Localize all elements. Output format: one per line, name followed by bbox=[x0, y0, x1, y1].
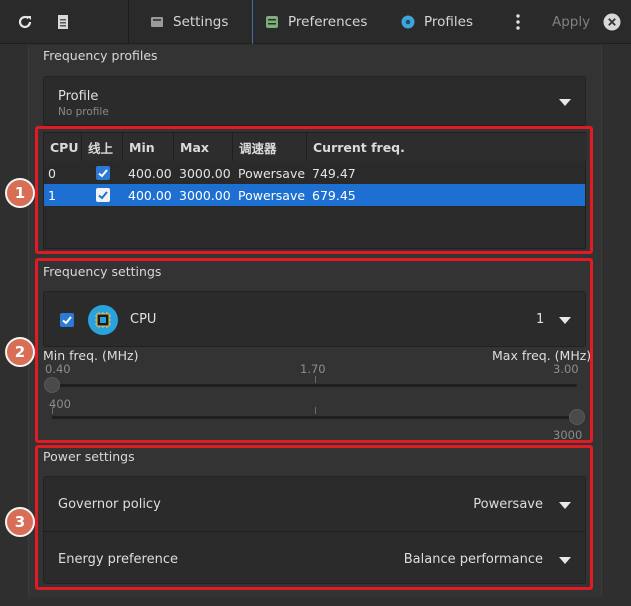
apply-button[interactable]: Apply bbox=[552, 0, 590, 44]
tab-profiles[interactable]: Profiles bbox=[401, 0, 473, 44]
annotation-badge-3: 3 bbox=[5, 507, 35, 537]
annotation-box-3 bbox=[35, 445, 593, 590]
close-button[interactable] bbox=[603, 0, 621, 44]
refresh-icon bbox=[18, 15, 32, 29]
document-icon bbox=[58, 15, 68, 29]
annotation-badge-2: 2 bbox=[5, 337, 35, 367]
tab-profiles-label: Profiles bbox=[424, 14, 474, 30]
annotation-box-2 bbox=[35, 258, 593, 443]
tab-settings[interactable]: Settings bbox=[150, 0, 228, 44]
close-icon bbox=[603, 13, 621, 31]
document-button[interactable] bbox=[48, 0, 78, 44]
profile-combo[interactable]: Profile No profile bbox=[43, 76, 586, 126]
tab-preferences[interactable]: Preferences bbox=[265, 0, 367, 44]
frequency-profiles-title: Frequency profiles bbox=[43, 48, 158, 63]
annotation-box-1 bbox=[35, 126, 593, 254]
preferences-icon bbox=[266, 16, 278, 28]
settings-icon bbox=[151, 17, 163, 27]
more-menu-button[interactable] bbox=[512, 0, 524, 44]
tab-preferences-label: Preferences bbox=[288, 14, 368, 30]
kebab-menu-icon bbox=[516, 14, 520, 30]
chevron-down-icon bbox=[559, 99, 571, 106]
profiles-icon bbox=[401, 15, 415, 29]
tab-settings-label: Settings bbox=[173, 14, 229, 30]
profile-label: Profile bbox=[58, 89, 99, 104]
annotation-badge-1: 1 bbox=[5, 178, 35, 208]
top-toolbar: Settings Preferences Profiles Apply bbox=[0, 0, 631, 44]
refresh-button[interactable] bbox=[10, 0, 40, 44]
profile-value: No profile bbox=[58, 106, 109, 118]
